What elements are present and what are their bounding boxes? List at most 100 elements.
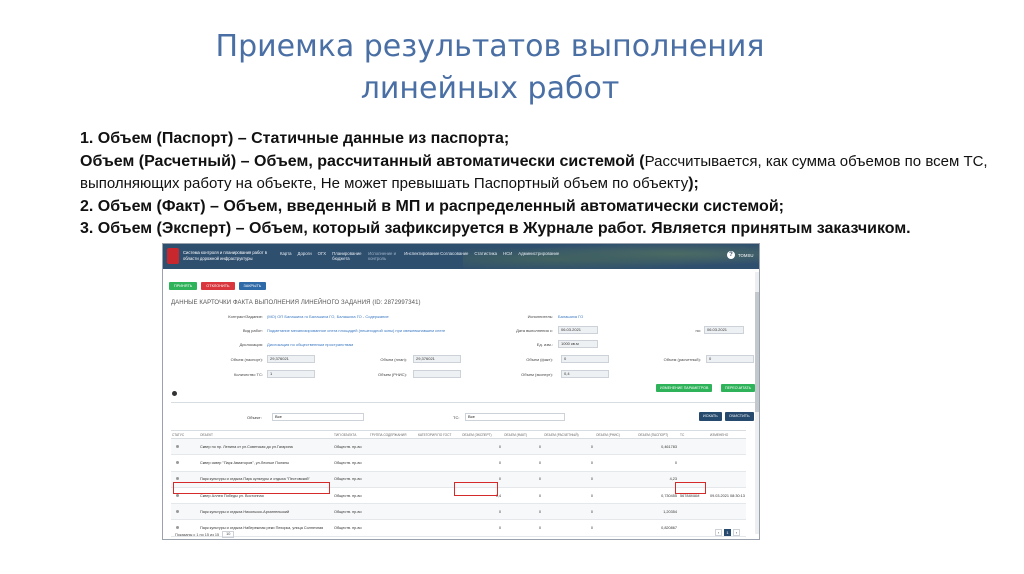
scrollbar-thumb[interactable] — [755, 292, 759, 412]
status-dot-icon — [171, 526, 199, 530]
nav-roads[interactable]: Дороги — [298, 251, 312, 261]
volume-expert-input[interactable]: 0,4 — [561, 370, 609, 378]
search-button[interactable]: ИСКАТЬ — [699, 412, 722, 421]
date-to-input[interactable]: 06.03.2021 — [704, 326, 744, 334]
volume-rnis-input — [413, 370, 461, 378]
cell-type: Обществ. пр-во — [334, 477, 362, 482]
nav-admin[interactable]: Администрирование — [518, 251, 559, 261]
card-title: ДАННЫЕ КАРТОЧКИ ФАКТА ВЫПОЛНЕНИЯ ЛИНЕЙНО… — [171, 300, 421, 306]
executor-label: Исполнитель: — [527, 314, 553, 319]
table-row[interactable]: Сквер по пр. Ленина от ул.Советская до у… — [171, 439, 746, 456]
cell-fact: 0 — [538, 526, 541, 531]
object-select[interactable]: Все — [272, 413, 364, 421]
col-status[interactable]: СТАТУС — [171, 431, 199, 438]
tc-select[interactable]: Все — [465, 413, 565, 421]
cell-passport: 0,730455 — [661, 493, 677, 498]
volume-fact-label: Объем (факт): — [526, 357, 553, 362]
col-rnis[interactable]: ОБЪЕМ (РНИС) — [595, 431, 637, 438]
desc-calc-note-2: выполняющих работу на объекте, Не может … — [80, 175, 689, 192]
nav-map[interactable]: Карта — [280, 251, 292, 261]
status-dot-icon — [171, 493, 199, 498]
cell-type: Обществ. пр-во — [334, 493, 362, 498]
system-name: Система контроля и планирования работ в … — [183, 250, 267, 261]
page-size-select[interactable]: 10 — [222, 531, 235, 538]
date-from-label: Дата выполнения с: — [516, 328, 553, 333]
dislocation-label: Дислокация: — [239, 342, 263, 347]
recalc-button[interactable]: ПЕРЕСЧИТАТЬ — [721, 384, 755, 392]
col-type[interactable]: ТИП ОБЪЕКТА — [333, 431, 369, 438]
volume-passport-input: 29,376021 — [267, 355, 315, 363]
next-page-button[interactable]: › — [733, 529, 740, 536]
object-filter-label: Объект: — [247, 415, 262, 420]
cell-fact: 0 — [538, 477, 541, 482]
status-dot-icon — [171, 509, 199, 514]
nav-budget[interactable]: Планирование бюджета — [332, 251, 362, 261]
accept-button[interactable]: ПРИНЯТЬ — [169, 282, 198, 290]
date-from-input[interactable]: 06.03.2021 — [558, 326, 598, 334]
close-button[interactable]: ЗАКРЫТЬ — [238, 282, 267, 290]
col-object[interactable]: ОБЪЕКТ — [199, 431, 333, 438]
slide-title-line-2: линейных работ — [360, 71, 620, 106]
table-row[interactable]: Парк культуры и отдыха Набережная реки П… — [171, 520, 746, 537]
cell-object: Сквер по пр. Ленина от ул.Советская до у… — [200, 444, 293, 449]
clear-button[interactable]: ОЧИСТИТЬ — [725, 412, 754, 421]
prev-page-button[interactable]: ‹ — [715, 529, 722, 536]
user-name[interactable]: TOMSU — [738, 253, 753, 258]
col-group[interactable]: ГРУППА СОДЕРЖАНИЯ — [369, 431, 417, 438]
col-tc[interactable]: ТС — [679, 431, 709, 438]
cell-changed: 09.03.2021 08:30:13 — [710, 493, 745, 498]
nav-statistics[interactable]: Статистика — [474, 251, 497, 261]
col-fact[interactable]: ОБЪЕМ (ФАКТ) — [503, 431, 543, 438]
cell-expert: 0 — [498, 477, 501, 482]
cell-passport: 0,461783 — [661, 444, 677, 449]
contract-link[interactable]: (МО) ОП Балашиха го Балашиха ГО, Балаших… — [267, 314, 389, 319]
cell-type: Обществ. пр-во — [334, 444, 362, 449]
app-header: Система контроля и планирования работ в … — [163, 244, 759, 269]
col-passport[interactable]: ОБЪЕМ (ПАСПОРТ) — [637, 431, 679, 438]
unit-label: Ед. изм.: — [536, 342, 553, 347]
cell-fact: 0 — [538, 509, 541, 514]
help-icon[interactable]: ? — [727, 251, 735, 259]
volume-expert-label: Объем (эксперт): — [521, 372, 553, 377]
cell-calc: 0 — [590, 460, 593, 465]
col-calc[interactable]: ОБЪЕМ (РАСЧЕТНЫЙ) — [543, 431, 595, 438]
status-dot-icon — [171, 477, 199, 481]
change-params-button[interactable]: ИЗМЕНЕНИЕ ПАРАМЕТРОВ — [656, 384, 713, 392]
cell-calc: 0 — [590, 444, 593, 449]
contract-label: Контракт/Задание: — [228, 314, 263, 319]
dislocation-link[interactable]: Дислокация по общественным пространствам — [267, 342, 353, 347]
cell-expert: 0 — [498, 509, 501, 514]
work-link[interactable]: Подметание механизированное снега площад… — [267, 328, 445, 333]
scrollbar[interactable] — [755, 272, 759, 534]
desc-calc: Объем (Расчетный) – Объем, рассчитанный … — [80, 152, 645, 170]
col-expert[interactable]: ОБЪЕМ (ЭКСПЕРТ) — [461, 431, 503, 438]
cell-passport: 0 — [674, 460, 677, 465]
status-dot-icon — [171, 460, 199, 465]
cell-expert: 0 — [498, 444, 501, 449]
cell-calc: 0 — [590, 493, 593, 498]
tc-count-label: Количество ТС: — [233, 372, 263, 377]
cell-fact: 0 — [538, 493, 541, 498]
pagination: ‹ 1 › — [715, 529, 740, 536]
status-dot-icon — [176, 444, 179, 448]
cell-type: Обществ. пр-во — [334, 526, 362, 531]
col-category[interactable]: КАТЕГОРИЯ ПО ГОСТ — [417, 431, 461, 438]
divider — [171, 402, 756, 403]
table-row[interactable]: Парк культуры и отдыха Никольско-Арханге… — [171, 504, 746, 521]
status-dot-icon — [176, 526, 179, 530]
page-1-button[interactable]: 1 — [724, 529, 731, 536]
collapse-arrow-icon[interactable] — [172, 391, 177, 396]
date-to-label: по: — [695, 328, 701, 333]
nav-inspection[interactable]: Инспектирование — [404, 251, 439, 261]
nav-ogh[interactable]: ОГХ — [318, 251, 327, 261]
cell-fact: 0 — [538, 444, 541, 449]
col-changed[interactable]: ИЗМЕНЕНО — [709, 431, 746, 438]
executor-link[interactable]: Балашиха ГО — [558, 314, 583, 319]
cell-object: Парк культуры и отдыха Парк культуры и о… — [200, 477, 310, 482]
nav-execution[interactable]: Исполнение и контроль — [368, 251, 398, 261]
table-row[interactable]: Сквер сквер "Парк Авиаторов", ул.Лесные … — [171, 455, 746, 472]
reject-button[interactable]: ОТКЛОНИТЬ — [201, 282, 235, 290]
nav-nsi[interactable]: НСИ — [503, 251, 512, 261]
nav-approval[interactable]: Согласование — [440, 251, 468, 261]
cell-object: Сквер сквер "Парк Авиаторов", ул.Лесные … — [200, 460, 290, 465]
